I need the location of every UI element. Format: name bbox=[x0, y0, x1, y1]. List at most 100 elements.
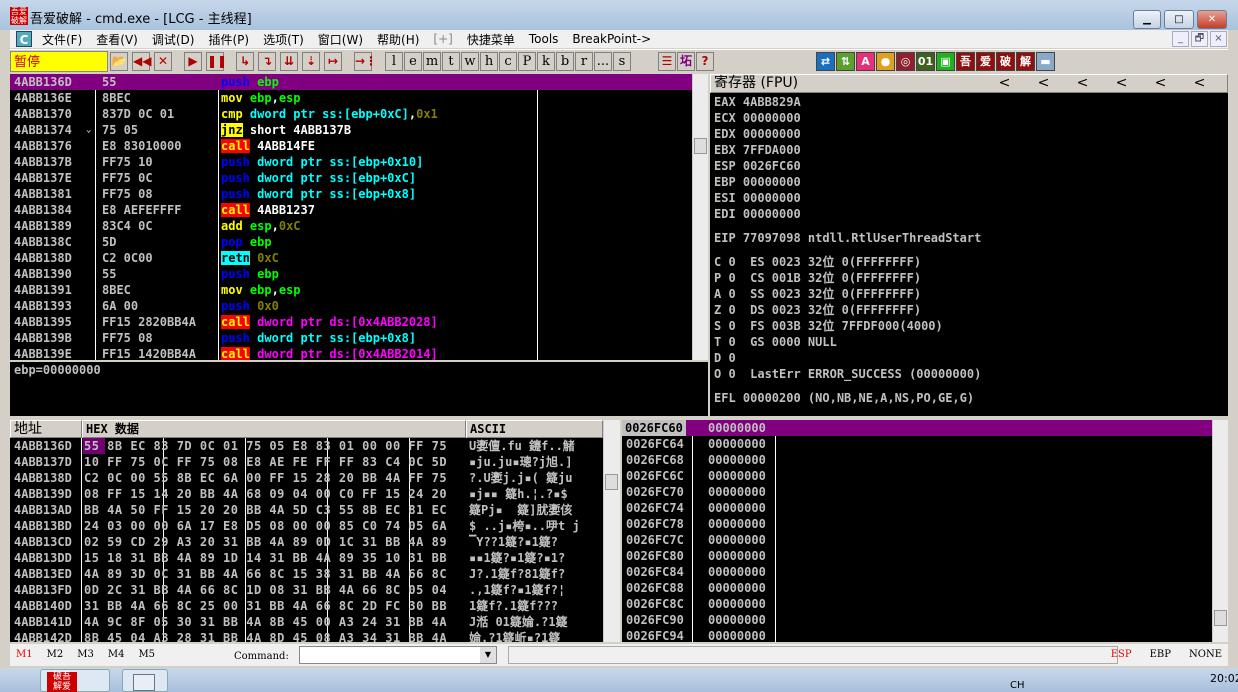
stack-scrollbar[interactable] bbox=[1212, 420, 1228, 642]
plugin-icon[interactable]: ◎ bbox=[896, 52, 915, 71]
disasm-row[interactable]: 4ABB136E 8BEC mov ebp,esp bbox=[10, 90, 692, 106]
disasm-row[interactable]: 4ABB137B FF75 10 push dword ptr ss:[ebp+0x… bbox=[10, 154, 692, 170]
toolbar-extra-button[interactable]: ? bbox=[696, 52, 714, 71]
plugin-icon[interactable]: ● bbox=[876, 52, 895, 71]
toolbar-window-button-l[interactable]: l bbox=[385, 52, 403, 71]
disasm-row[interactable]: 4ABB1391 8BEC mov ebp,esp bbox=[10, 282, 692, 298]
menu-item[interactable]: 帮助(H) bbox=[377, 31, 419, 48]
toolbar-window-button-m[interactable]: m bbox=[423, 52, 441, 71]
stack-row[interactable]: 0026FC60 00000000 bbox=[622, 420, 1212, 436]
stack-row[interactable]: 0026FC78 00000000 bbox=[622, 516, 1212, 532]
disasm-row[interactable]: 4ABB1389 83C4 0C add esp,0xC bbox=[10, 218, 692, 234]
minimize-button[interactable]: ▁ bbox=[1133, 10, 1161, 29]
toolbar-button-2[interactable]: ✕ bbox=[154, 52, 172, 71]
toolbar-window-button-b[interactable]: b bbox=[556, 52, 574, 71]
dump-row[interactable]: 4ABB142D 8B 45 04 A3 28 31 BB 4A 8D 45 08… bbox=[10, 630, 603, 642]
register-line[interactable]: EBX 7FFDA000 bbox=[714, 142, 1228, 158]
disassembly-scrollbar[interactable] bbox=[692, 74, 708, 360]
toolbar-window-button-s[interactable]: s bbox=[613, 52, 631, 71]
mark-button-M4[interactable]: M4 bbox=[108, 649, 125, 660]
stack-row[interactable]: 0026FC7C 00000000 bbox=[622, 532, 1212, 548]
plugin-icon[interactable]: ⇅ bbox=[836, 52, 855, 71]
toolbar-button-0[interactable]: 📂 bbox=[110, 52, 128, 71]
dump-header-hex[interactable]: HEX 数据 bbox=[82, 420, 466, 438]
register-line[interactable]: T 0 GS 0000 NULL bbox=[714, 334, 1228, 350]
dump-row[interactable]: 4ABB13DD 15 18 31 BB 4A 89 1D 14 31 BB 4A… bbox=[10, 550, 603, 566]
registers-header[interactable]: 寄存器 (FPU) < < < < < < bbox=[710, 74, 1228, 93]
menu-item[interactable]: 调试(D) bbox=[152, 31, 195, 48]
dump-row[interactable]: 4ABB141D 4A 9C 8F 05 30 31 BB 4A 8B 45 00… bbox=[10, 614, 603, 630]
dump-row[interactable]: 4ABB138D C2 0C 00 55 8B EC 6A 00 FF 15 28… bbox=[10, 470, 603, 486]
dump-header-ascii[interactable]: ASCII bbox=[466, 420, 603, 438]
mdi-close-button[interactable]: × bbox=[1210, 31, 1227, 47]
register-line[interactable]: EIP 77097098 ntdll.RtlUserThreadStart bbox=[714, 230, 1228, 246]
toolbar-window-button-c[interactable]: c bbox=[499, 52, 517, 71]
scroll-thumb[interactable] bbox=[605, 474, 618, 490]
toolbar-window-button-e[interactable]: e bbox=[404, 52, 422, 71]
toolbar-button-6[interactable]: ↴ bbox=[258, 52, 276, 71]
disasm-row[interactable]: 4ABB1384 E8 AEFEFFFF call 4ABB1237 bbox=[10, 202, 692, 218]
stack-row[interactable]: 0026FC70 00000000 bbox=[622, 484, 1212, 500]
stack-mode-ebp[interactable]: EBP bbox=[1150, 649, 1171, 660]
dump-header-address[interactable]: 地址 bbox=[10, 420, 82, 438]
plugin-icon[interactable]: ⇄ bbox=[816, 52, 835, 71]
register-line[interactable]: EDI 00000000 bbox=[714, 206, 1228, 222]
register-line[interactable]: Z 0 DS 0023 32位 0(FFFFFFFF) bbox=[714, 302, 1228, 318]
stack-row[interactable]: 0026FC94 00000000 bbox=[622, 628, 1212, 642]
dump-row[interactable]: 4ABB13FD 0D 2C 31 BB 4A 66 8C 1D 08 31 BB… bbox=[10, 582, 603, 598]
stack-mode-esp[interactable]: ESP bbox=[1111, 649, 1132, 660]
disasm-row[interactable]: 4ABB1393 6A 00 push 0x0 bbox=[10, 298, 692, 314]
tray-clock[interactable]: 20:02 bbox=[1210, 672, 1238, 685]
dump-row[interactable]: 4ABB13CD 02 59 CD 29 A3 20 31 BB 4A 89 0D… bbox=[10, 534, 603, 550]
disasm-row[interactable]: 4ABB138C 5D pop ebp bbox=[10, 234, 692, 250]
mdi-minimize-button[interactable]: _ bbox=[1172, 31, 1189, 47]
disasm-row[interactable]: 4ABB137E FF75 0C push dword ptr ss:[ebp+0x… bbox=[10, 170, 692, 186]
plugin-icon[interactable]: 解 bbox=[1016, 52, 1035, 71]
register-line[interactable]: D 0 bbox=[714, 350, 1228, 366]
disasm-row[interactable]: 4ABB1374 ⌄ 75 05 jnz short 4ABB137B bbox=[10, 122, 692, 138]
scroll-thumb[interactable] bbox=[1214, 610, 1227, 626]
toolbar-button-7[interactable]: ⇊ bbox=[280, 52, 298, 71]
register-nav-arrow[interactable]: < bbox=[1024, 75, 1063, 92]
toolbar-button-10[interactable]: →⋮ bbox=[354, 52, 377, 71]
register-line[interactable]: EBP 00000000 bbox=[714, 174, 1228, 190]
mark-button-M5[interactable]: M5 bbox=[138, 649, 155, 660]
stack-row[interactable]: 0026FC84 00000000 bbox=[622, 564, 1212, 580]
dump-row[interactable]: 4ABB13AD BB 4A 50 FF 15 20 20 BB 4A 5D C3… bbox=[10, 502, 603, 518]
plugin-icon[interactable]: 01 bbox=[916, 52, 935, 71]
menu-item[interactable]: 窗口(W) bbox=[318, 31, 363, 48]
menu-item[interactable]: Tools bbox=[529, 32, 559, 46]
register-nav-arrow[interactable]: < bbox=[985, 75, 1024, 92]
toolbar-window-button-h[interactable]: h bbox=[480, 52, 498, 71]
disasm-row[interactable]: 4ABB1370 837D 0C 01 cmp dword ptr ss:[ebp+… bbox=[10, 106, 692, 122]
toolbar-button-4[interactable]: ❚❚ bbox=[206, 52, 227, 71]
plugin-icon[interactable]: ▬ bbox=[1036, 52, 1055, 71]
plugin-icon[interactable]: 吾 bbox=[956, 52, 975, 71]
register-nav-arrow[interactable]: < bbox=[1063, 75, 1102, 92]
tray-language[interactable]: CH bbox=[1010, 680, 1025, 691]
disasm-row[interactable]: 4ABB1381 FF75 08 push dword ptr ss:[ebp+0x… bbox=[10, 186, 692, 202]
plugin-icon[interactable]: 破 bbox=[996, 52, 1015, 71]
close-button[interactable]: ✕ bbox=[1197, 10, 1227, 29]
register-nav-arrow[interactable]: < bbox=[1180, 75, 1219, 92]
stack-pane[interactable]: 0026FC60 00000000 0026FC64 00000000 0026FC68… bbox=[622, 420, 1212, 642]
toolbar-window-button-t[interactable]: t bbox=[442, 52, 460, 71]
registers-pane[interactable]: EAX 4ABB829A ECX 00000000 EDX 00000000 EBX … bbox=[710, 93, 1228, 416]
register-line[interactable] bbox=[714, 382, 1228, 390]
register-line[interactable]: S 0 FS 003B 32位 7FFDF000(4000) bbox=[714, 318, 1228, 334]
taskbar-app-debugger[interactable]: 破吾 解爱 bbox=[40, 669, 110, 692]
disasm-row[interactable]: 4ABB1395 FF15 2820BB4A call dword ptr ds:[… bbox=[10, 314, 692, 330]
register-line[interactable]: EAX 4ABB829A bbox=[714, 94, 1228, 110]
disasm-row[interactable]: 4ABB1376 E8 83010000 call 4ABB14FE bbox=[10, 138, 692, 154]
menu-item[interactable]: [+] bbox=[433, 32, 452, 46]
register-nav-arrow[interactable]: < bbox=[1141, 75, 1180, 92]
register-line[interactable]: EFL 00000200 (NO,NB,NE,A,NS,PO,GE,G) bbox=[714, 390, 1228, 406]
plugin-icon[interactable]: A bbox=[856, 52, 875, 71]
maximize-button[interactable]: □ bbox=[1164, 10, 1194, 29]
register-line[interactable]: P 0 CS 001B 32位 0(FFFFFFFF) bbox=[714, 270, 1228, 286]
toolbar-extra-button[interactable]: ☰ bbox=[658, 52, 676, 71]
menu-item[interactable]: 文件(F) bbox=[42, 31, 82, 48]
command-input[interactable] bbox=[299, 646, 497, 664]
register-line[interactable]: O 0 LastErr ERROR_SUCCESS (00000000) bbox=[714, 366, 1228, 382]
dump-row[interactable]: 4ABB139D 08 FF 15 14 20 BB 4A 68 09 04 00… bbox=[10, 486, 603, 502]
